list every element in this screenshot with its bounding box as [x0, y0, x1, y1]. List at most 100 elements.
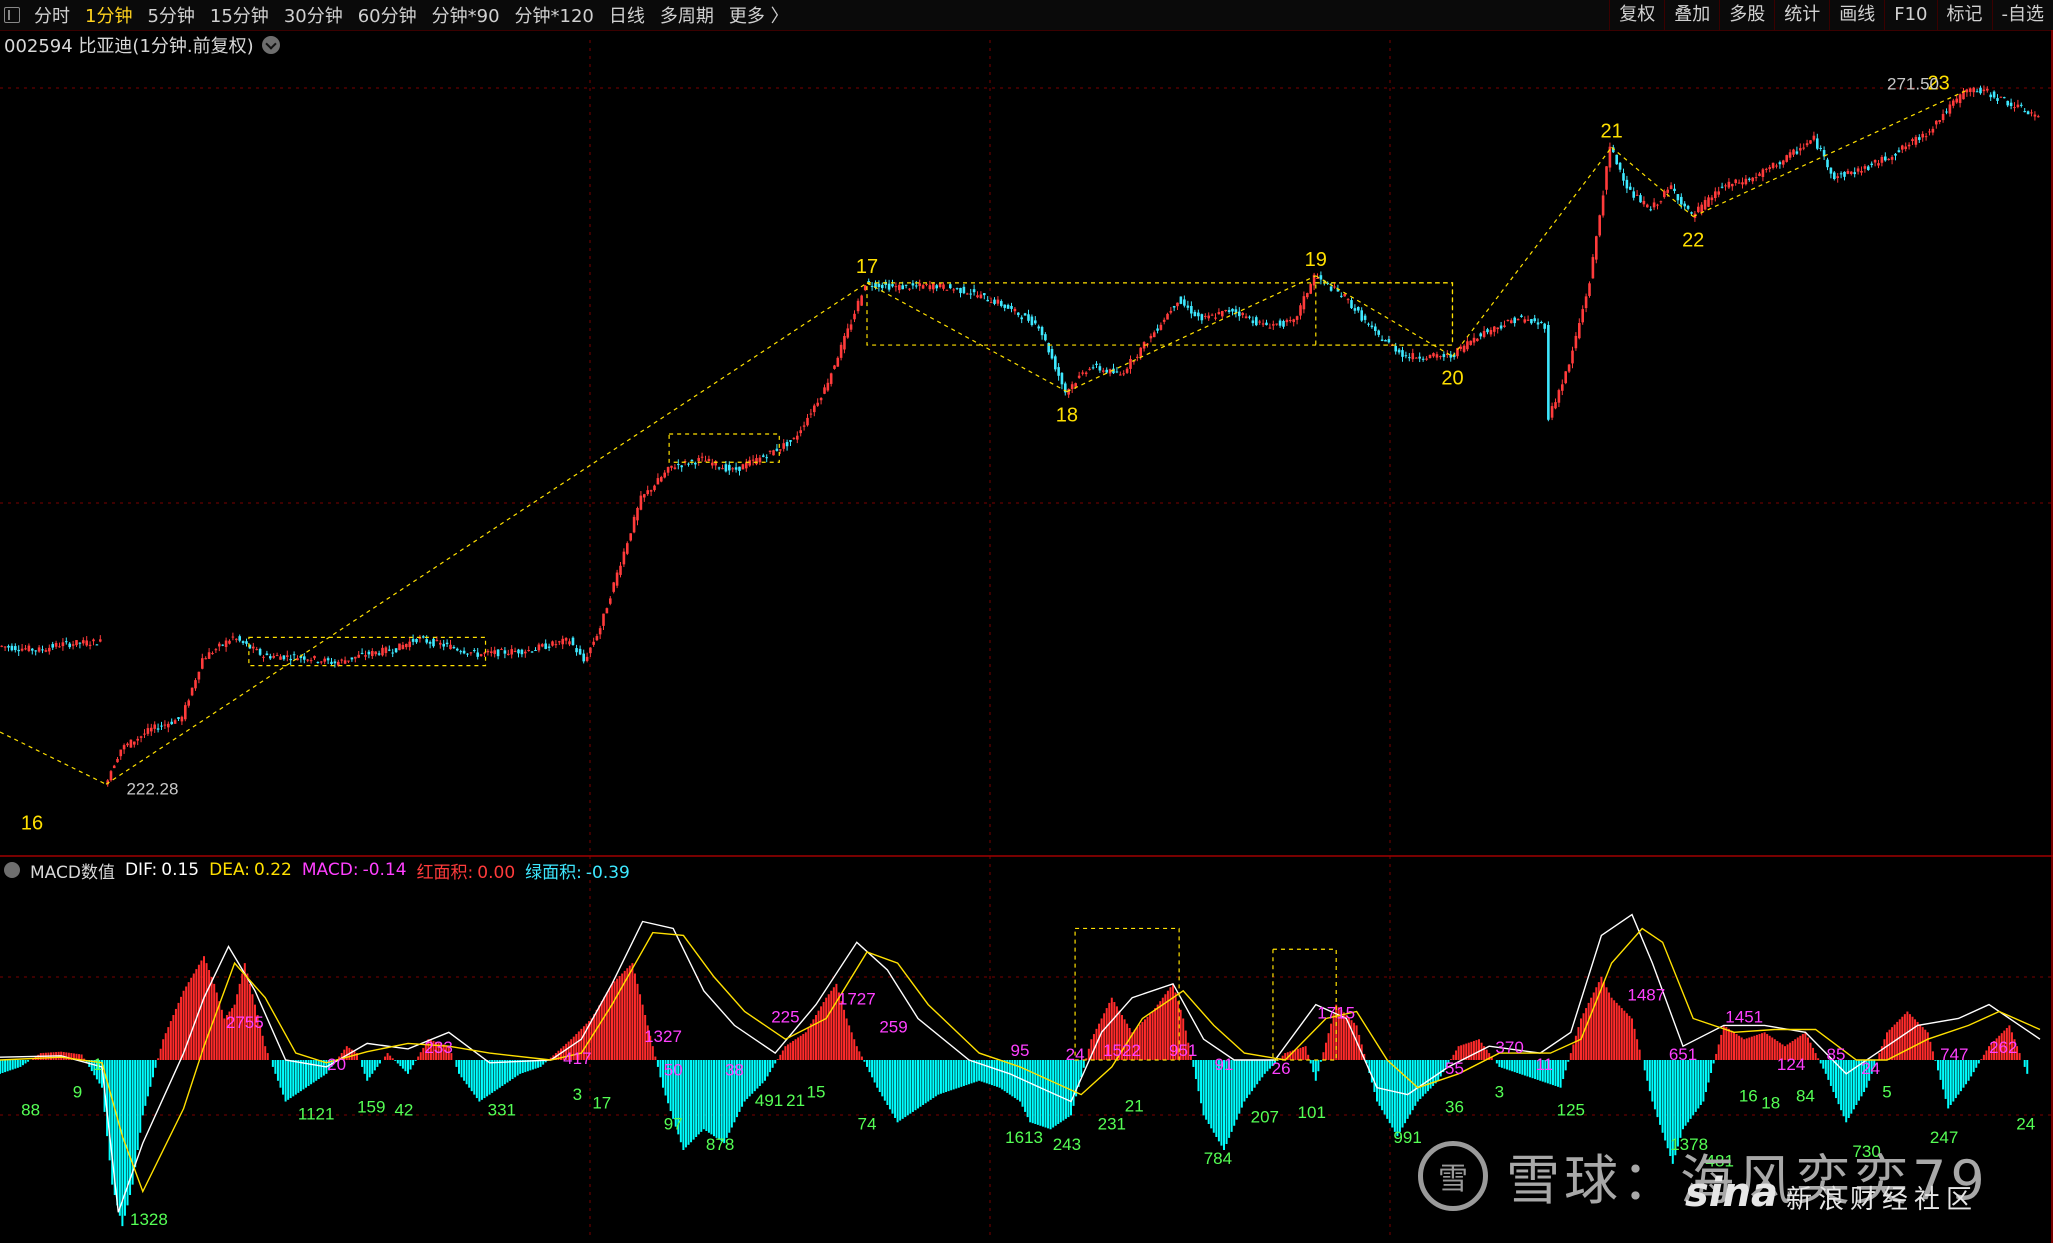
candle-body-355 — [1210, 314, 1214, 316]
indicator-menu-icon[interactable] — [4, 862, 20, 878]
candle-body-381 — [1299, 305, 1302, 316]
candle-body-559 — [1904, 146, 1907, 150]
candle-body-516 — [1758, 173, 1761, 176]
candle-body-178 — [609, 598, 612, 604]
candle-body-83 — [286, 655, 289, 657]
price-label-0: 222.28 — [126, 780, 178, 799]
candle-body-156 — [534, 650, 537, 652]
candle-body-43 — [150, 727, 153, 732]
candle-body-514 — [1751, 177, 1754, 182]
candle-body-328 — [1119, 374, 1122, 376]
red-area-readout: 红面积: 0.00 — [417, 858, 516, 883]
dea-value: 0.22 — [254, 860, 292, 880]
candle-body-11 — [37, 647, 41, 652]
candle-body-281 — [959, 287, 962, 294]
candle-body-467 — [1591, 257, 1595, 279]
candle-body-371 — [1265, 322, 1268, 326]
macd-value-label-48: 651 — [1669, 1045, 1697, 1064]
candle-body-482 — [1642, 200, 1646, 205]
candle-body-337 — [1149, 335, 1153, 339]
chevron-down-icon[interactable] — [261, 36, 280, 54]
macd-value-label-59: 5 — [1882, 1082, 1891, 1101]
candle-body-75 — [258, 648, 262, 655]
candle-body-446 — [1520, 315, 1523, 318]
candle-body-479 — [1632, 191, 1635, 198]
candle-body-352 — [1200, 314, 1204, 321]
candle-body-349 — [1190, 305, 1193, 314]
candle-body-153 — [524, 651, 527, 654]
candle-body-150 — [513, 650, 517, 652]
candle-body-570 — [1941, 113, 1945, 121]
candle-body-488 — [1663, 191, 1666, 198]
candle-body-96 — [330, 661, 333, 664]
candle-body-420 — [1432, 353, 1435, 357]
candle-body-240 — [819, 397, 823, 401]
macd-value-label-58: 24 — [1861, 1059, 1880, 1078]
candle-body-468 — [1595, 236, 1598, 260]
swing-label-18: 18 — [1056, 405, 1078, 427]
candle-body-55 — [190, 687, 194, 696]
candle-body-107 — [367, 651, 371, 655]
candle-body-459 — [1564, 371, 1567, 384]
candle-body-239 — [816, 402, 819, 406]
candle-body-85 — [292, 654, 296, 656]
candle-body-38 — [133, 741, 136, 745]
candle-body-273 — [932, 283, 935, 290]
candle-body-556 — [1894, 153, 1897, 156]
stock-title: 002594 比亚迪(1分钟.前复权) — [4, 36, 254, 57]
candle-body-294 — [1003, 304, 1006, 308]
candle-body-430 — [1466, 341, 1469, 350]
candle-body-386 — [1316, 277, 1319, 279]
candle-body-191 — [653, 485, 656, 491]
candle-body-298 — [1017, 312, 1020, 316]
candle-body-275 — [938, 283, 942, 288]
candle-body-437 — [1489, 329, 1493, 335]
candle-body-82 — [282, 655, 286, 660]
candle-body-246 — [839, 344, 843, 358]
macd-value-label-63: 24 — [2016, 1114, 2035, 1133]
candle-body-135 — [462, 650, 466, 654]
candle-body-206 — [704, 460, 707, 462]
candle-body-330 — [1125, 368, 1129, 373]
candle-body-264 — [901, 285, 904, 290]
candle-body-552 — [1880, 156, 1884, 163]
candle-body-255 — [870, 285, 874, 287]
candle-body-119 — [408, 641, 411, 648]
candle-body-63 — [218, 643, 221, 647]
candle-body-448 — [1526, 319, 1530, 321]
candle-body-334 — [1139, 347, 1142, 357]
candle-body-450 — [1533, 318, 1537, 322]
candle-body-589 — [2006, 100, 2009, 106]
candle-body-238 — [813, 405, 816, 413]
candle-body-578 — [1969, 88, 1972, 92]
candle-body-25 — [85, 640, 88, 646]
candle-body-574 — [1955, 98, 1958, 103]
macd-value-label-51: 1451 — [1725, 1008, 1763, 1027]
macd-value-label-30: 231 — [1098, 1114, 1126, 1133]
candle-body-91 — [313, 655, 316, 659]
macd-value-label-47: 1487 — [1627, 986, 1665, 1005]
kline-chart[interactable]: 1617181920212223222.28271.50 88911328275… — [0, 0, 2053, 1243]
candle-body-270 — [921, 285, 925, 289]
macd-value-label-31: 1522 — [1103, 1041, 1141, 1060]
candle-body-168 — [575, 648, 578, 653]
candle-body-351 — [1197, 312, 1200, 317]
candle-body-433 — [1476, 338, 1479, 341]
candle-body-367 — [1251, 320, 1255, 324]
candle-body-539 — [1836, 176, 1839, 178]
candle-body-346 — [1179, 296, 1183, 304]
candle-body-207 — [707, 458, 711, 461]
candle-body-329 — [1122, 373, 1125, 375]
macd-value-label-7: 159 — [357, 1098, 385, 1117]
candle-body-511 — [1741, 182, 1744, 185]
candle-body-93 — [320, 661, 323, 663]
candle-body-52 — [180, 716, 184, 722]
candle-body-306 — [1044, 334, 1047, 341]
candle-body-391 — [1333, 286, 1336, 288]
candle-body-74 — [255, 649, 258, 651]
candle-body-80 — [275, 655, 279, 657]
candle-body-62 — [214, 649, 218, 651]
price-box-1 — [668, 433, 780, 463]
candle-body-562 — [1914, 136, 1918, 145]
candle-body-192 — [656, 478, 660, 485]
